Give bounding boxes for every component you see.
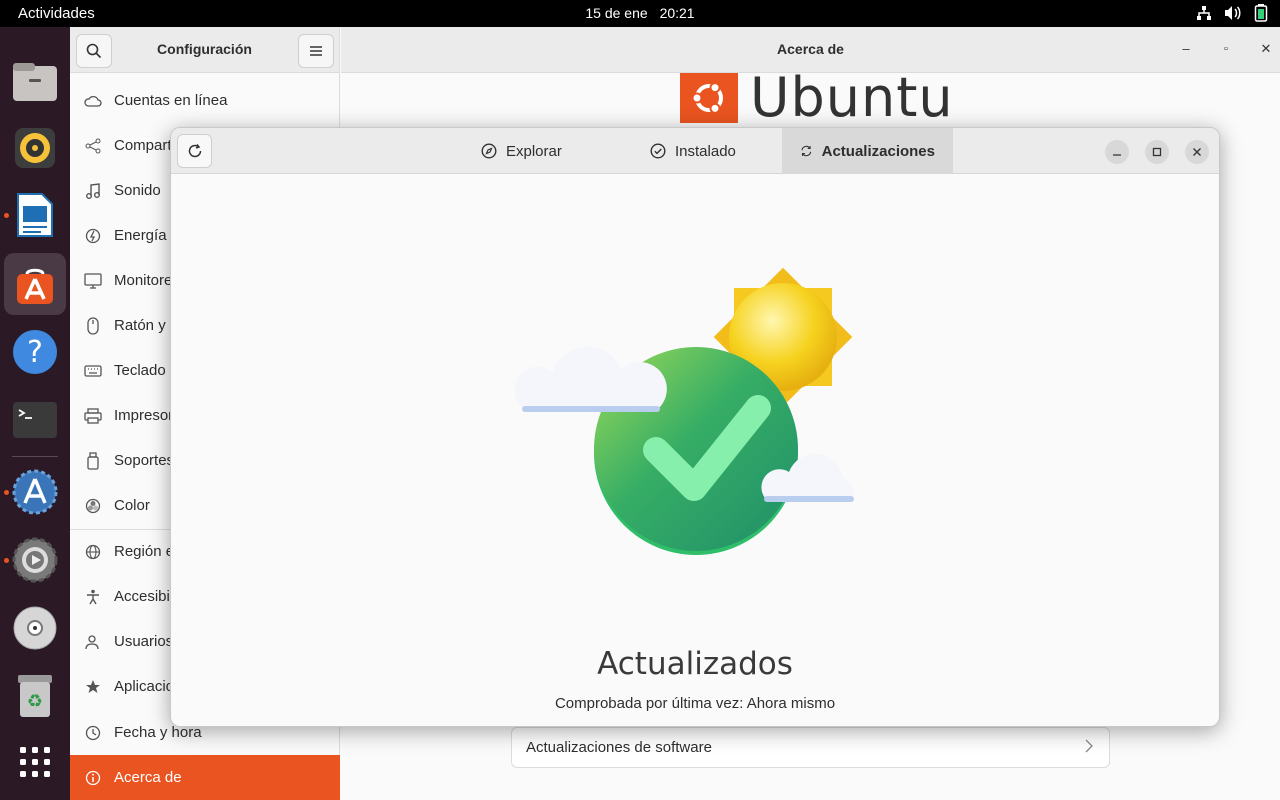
- music-note-icon: [70, 182, 114, 199]
- status-title: Actualizados: [597, 646, 793, 682]
- svg-text:♻: ♻: [27, 691, 43, 712]
- sidebar-item-label: Cuentas en línea: [114, 92, 228, 109]
- software-icon[interactable]: [4, 253, 66, 315]
- app-grid-icon[interactable]: [4, 731, 66, 793]
- window-title: Acerca de: [777, 41, 844, 57]
- sync-icon: [801, 145, 812, 157]
- ubuntu-circle-of-friends-icon: [680, 73, 738, 123]
- close-button[interactable]: [1185, 140, 1209, 164]
- software-window: Explorar Instalado Actualizaciones Actua…: [170, 127, 1220, 727]
- sidebar-header: Configuración: [70, 27, 339, 73]
- cloud-left-icon: [514, 346, 667, 412]
- settings-app-icon[interactable]: [4, 529, 66, 591]
- info-icon: [70, 770, 114, 786]
- top-bar: Actividades 15 de ene 20:21: [0, 0, 1280, 27]
- volume-icon[interactable]: [1224, 5, 1242, 21]
- system-tray[interactable]: [1196, 4, 1268, 22]
- keyboard-icon: [70, 364, 114, 377]
- power-icon: [70, 228, 114, 244]
- software-header: Explorar Instalado Actualizaciones: [171, 128, 1219, 174]
- share-icon: [70, 138, 114, 154]
- sidebar-item-label: Acerca de: [114, 769, 182, 786]
- files-icon[interactable]: [4, 51, 66, 113]
- last-checked-label: Comprobada por última vez: Ahora mismo: [554, 695, 836, 712]
- trash-icon[interactable]: ♻: [4, 665, 66, 727]
- network-icon[interactable]: [1196, 5, 1212, 21]
- ubuntu-wordmark: Ubuntu: [750, 66, 954, 129]
- accessibility-icon: [70, 589, 114, 605]
- refresh-icon: [188, 144, 201, 158]
- minimize-icon: [1113, 154, 1121, 156]
- sidebar-item-label: Sonido: [114, 182, 161, 199]
- sidebar-item-label: Color: [114, 497, 150, 514]
- removable-media-icon: [70, 451, 114, 470]
- mouse-icon: [70, 316, 114, 335]
- sidebar-item-label: Teclado: [114, 362, 166, 379]
- hamburger-menu-icon: [310, 46, 322, 56]
- sidebar-item-online-accounts[interactable]: Cuentas en línea: [70, 78, 340, 123]
- maximize-button[interactable]: [1145, 140, 1169, 164]
- compass-icon: [481, 143, 497, 159]
- tab-installed-label: Instalado: [675, 142, 736, 160]
- chevron-right-icon: [1085, 739, 1093, 757]
- minimize-button[interactable]: –: [1176, 41, 1196, 56]
- software-updates-label: Actualizaciones de software: [526, 739, 712, 756]
- globe-icon: [70, 544, 114, 560]
- refresh-button[interactable]: [177, 134, 212, 168]
- battery-icon[interactable]: [1254, 4, 1268, 22]
- ubuntu-logo: Ubuntu: [680, 66, 954, 129]
- rhythmbox-icon[interactable]: [4, 117, 66, 179]
- tab-installed[interactable]: Instalado: [632, 128, 754, 174]
- tab-updates-label: Actualizaciones: [821, 142, 935, 160]
- software-updates-row[interactable]: Actualizaciones de software: [511, 727, 1110, 768]
- maximize-button[interactable]: ▫: [1216, 43, 1236, 55]
- clock[interactable]: 15 de ene 20:21: [0, 5, 1280, 21]
- dock: ? ♻: [0, 27, 70, 800]
- users-icon: [70, 634, 114, 650]
- menu-button[interactable]: [298, 34, 334, 68]
- disc-icon[interactable]: [4, 597, 66, 659]
- printer-icon: [70, 407, 114, 424]
- date-label: 15 de ene: [585, 5, 648, 21]
- terminal-icon[interactable]: [4, 389, 66, 451]
- minimize-button[interactable]: [1105, 140, 1129, 164]
- check-circle-icon: [650, 143, 666, 159]
- maximize-icon: [1152, 147, 1162, 157]
- tab-explore-label: Explorar: [506, 142, 562, 160]
- tab-updates[interactable]: Actualizaciones: [782, 128, 953, 174]
- close-icon: [1193, 148, 1201, 156]
- updater-icon[interactable]: [4, 461, 66, 523]
- svg-text:?: ?: [27, 335, 43, 370]
- tab-explore[interactable]: Explorar: [463, 128, 580, 174]
- clock-icon: [70, 725, 114, 741]
- sidebar-item-label: Usuarios: [114, 633, 174, 650]
- up-to-date-illustration: [511, 260, 861, 565]
- help-icon[interactable]: ?: [4, 321, 66, 383]
- cloud-icon: [70, 94, 114, 108]
- writer-icon[interactable]: [4, 184, 66, 246]
- star-icon: [70, 679, 114, 695]
- time-label: 20:21: [659, 5, 695, 21]
- sidebar-item-about[interactable]: Acerca de: [70, 755, 340, 800]
- color-icon: [70, 498, 114, 514]
- monitor-icon: [70, 272, 114, 289]
- close-button[interactable]: ✕: [1256, 41, 1276, 57]
- sidebar-item-label: Energía: [114, 227, 167, 244]
